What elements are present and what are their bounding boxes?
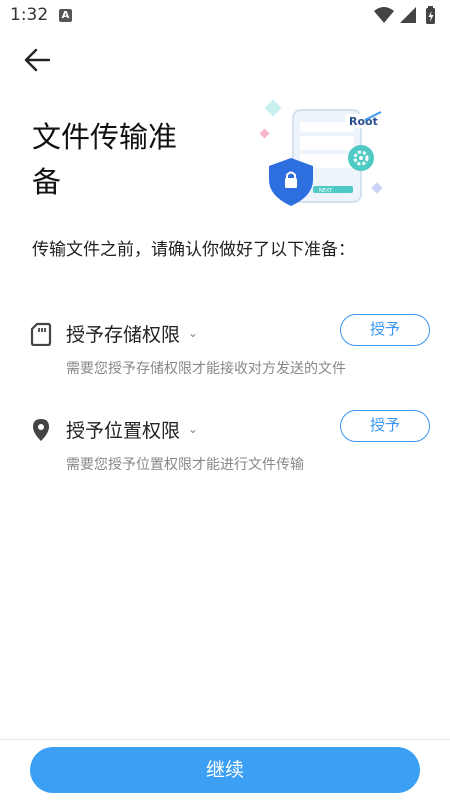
intro-text: 传输文件之前，请确认你做好了以下准备： — [32, 240, 355, 260]
battery-charging-icon — [426, 6, 435, 24]
permission-location: 授予位置权限 ⌄ 授予 需要您授予位置权限才能进行文件传输 — [0, 410, 450, 480]
status-icons — [374, 6, 435, 24]
sd-card-icon — [30, 322, 52, 346]
status-time: 1:32 — [10, 5, 49, 25]
signal-icon — [400, 7, 416, 23]
permission-storage: 授予存储权限 ⌄ 授予 需要您授予存储权限才能接收对方发送的文件 — [0, 314, 450, 384]
diamond-decoration — [259, 128, 270, 139]
next-label: NEXT — [319, 188, 333, 194]
continue-button[interactable]: 继续 — [30, 747, 420, 793]
permission-description: 需要您授予存储权限才能接收对方发送的文件 — [66, 361, 346, 377]
status-bar: 1:32 A — [0, 0, 450, 32]
back-button[interactable] — [18, 43, 58, 77]
arrow-left-icon — [24, 48, 51, 72]
wifi-icon — [374, 7, 394, 23]
chevron-down-icon[interactable]: ⌄ — [188, 326, 198, 340]
chevron-down-icon[interactable]: ⌄ — [188, 422, 198, 436]
permission-title: 授予位置权限 — [66, 420, 181, 442]
diamond-decoration — [264, 99, 282, 117]
diamond-decoration — [371, 182, 383, 194]
grant-location-button[interactable]: 授予 — [340, 410, 430, 442]
footer-divider — [0, 739, 450, 740]
grant-storage-button[interactable]: 授予 — [340, 314, 430, 346]
permission-title: 授予存储权限 — [66, 324, 181, 346]
root-label: Root — [349, 115, 378, 128]
page-title: 文件传输准备 — [32, 120, 178, 199]
hero-illustration: NEXT Root — [259, 99, 383, 206]
location-pin-icon — [33, 419, 49, 441]
permission-description: 需要您授予位置权限才能进行文件传输 — [66, 457, 304, 473]
notification-badge: A — [59, 9, 72, 22]
